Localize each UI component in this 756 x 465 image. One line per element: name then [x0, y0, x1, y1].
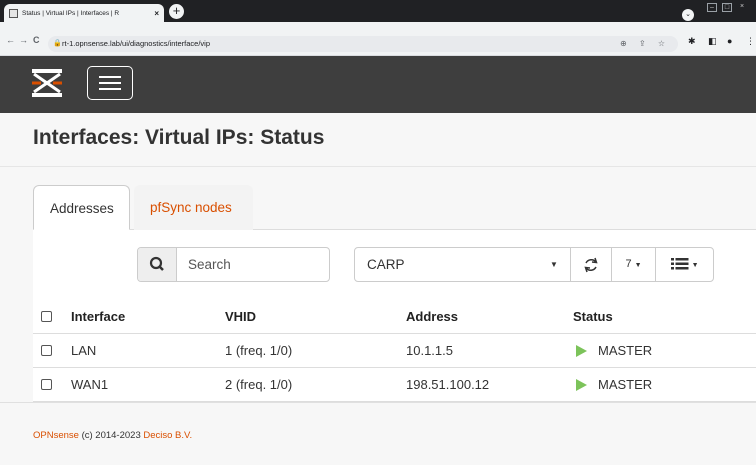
column-header-address[interactable]: Address — [406, 300, 458, 334]
row-checkbox[interactable] — [41, 345, 52, 356]
search-icon — [149, 256, 164, 271]
toolbar-group: CARP ▼ 7 ▼ ▼ — [354, 247, 714, 282]
tab-pfsync-nodes[interactable]: pfSync nodes — [134, 185, 253, 230]
cell-vhid: 1 (freq. 1/0) — [225, 343, 293, 358]
page-title: Interfaces: Virtual IPs: Status — [33, 126, 325, 149]
opnsense-logo[interactable] — [30, 66, 64, 100]
cell-vhid: 2 (freq. 1/0) — [225, 377, 293, 392]
app-header — [0, 56, 756, 113]
url-bar[interactable]: 🔒 rt-1.opnsense.lab/ui/diagnostics/inter… — [48, 36, 678, 52]
chevron-down-icon: ▼ — [550, 260, 558, 269]
extensions-icon[interactable]: ✱ — [688, 36, 696, 47]
favicon-icon — [9, 8, 18, 18]
tab-panel: CARP ▼ 7 ▼ ▼ Interfa — [33, 230, 756, 402]
cell-status: MASTER — [598, 343, 653, 358]
minimize-icon[interactable]: – — [707, 3, 717, 12]
page-size-value: 7 — [625, 258, 632, 270]
tab-title: Status | Virtual IPs | Interfaces | R — [22, 9, 120, 17]
search-button[interactable] — [138, 248, 177, 281]
refresh-icon — [584, 257, 598, 273]
play-icon — [576, 345, 587, 357]
cell-address: 198.51.100.12 — [406, 377, 490, 392]
row-checkbox[interactable] — [41, 379, 52, 390]
chevron-down-icon: ▼ — [634, 262, 642, 269]
table-row[interactable]: LAN 1 (freq. 1/0) 10.1.1.5 MASTER — [33, 334, 756, 368]
omnibox-actions-icon[interactable]: ⊕ ⇪ ☆ — [620, 36, 670, 52]
cell-address: 10.1.1.5 — [406, 343, 453, 358]
new-tab-button[interactable]: + — [169, 4, 184, 19]
window-close-icon[interactable]: × — [737, 3, 747, 12]
menu-icon[interactable]: ⋮ — [746, 36, 755, 47]
browser-tab[interactable]: Status | Virtual IPs | Interfaces | R × — [4, 4, 164, 22]
menu-toggle-button[interactable] — [87, 66, 133, 100]
column-header-interface[interactable]: Interface — [71, 300, 125, 334]
columns-icon — [670, 258, 688, 270]
browser-titlebar: Status | Virtual IPs | Interfaces | R × … — [0, 0, 756, 22]
table-row[interactable]: WAN1 2 (freq. 1/0) 198.51.100.12 MASTER — [33, 368, 756, 402]
title-divider — [0, 166, 756, 167]
back-icon[interactable]: ← — [6, 35, 15, 45]
page-footer: OPNsense (c) 2014-2023 Deciso B.V. — [33, 430, 192, 441]
tab-close-icon[interactable]: × — [154, 9, 159, 18]
url-text: rt-1.opnsense.lab/ui/diagnostics/interfa… — [62, 39, 211, 48]
profile-icon[interactable]: ● — [727, 36, 732, 46]
forward-icon[interactable]: → — [19, 35, 28, 45]
type-filter-select[interactable]: CARP ▼ — [355, 248, 570, 281]
column-header-vhid[interactable]: VHID — [225, 300, 256, 334]
columns-dropdown[interactable]: ▼ — [655, 248, 713, 281]
column-header-status[interactable]: Status — [573, 300, 613, 334]
tab-addresses[interactable]: Addresses — [33, 185, 130, 230]
cell-interface: WAN1 — [71, 377, 109, 392]
chevron-down-icon: ▼ — [691, 262, 699, 269]
cell-interface: LAN — [71, 343, 97, 358]
search-group — [137, 247, 330, 282]
reload-icon[interactable]: C — [33, 35, 40, 45]
cell-status: MASTER — [598, 377, 653, 392]
refresh-button[interactable] — [570, 248, 611, 281]
maximize-icon[interactable]: □ — [722, 3, 732, 12]
play-icon — [576, 379, 587, 391]
page-size-dropdown[interactable]: 7 ▼ — [611, 248, 655, 281]
footer-copyright: (c) 2014-2023 — [81, 430, 141, 441]
browser-toolbar: ← → C 🔒 rt-1.opnsense.lab/ui/diagnostics… — [0, 22, 756, 56]
table-header-row: Interface VHID Address Status — [33, 300, 756, 334]
tab-search-icon[interactable]: ⌄ — [682, 9, 694, 21]
opnsense-link[interactable]: OPNsense — [33, 430, 79, 441]
sidepanel-icon[interactable]: ◧ — [708, 36, 717, 47]
select-all-checkbox[interactable] — [41, 311, 52, 322]
lock-icon: 🔒 — [53, 40, 62, 47]
search-input[interactable] — [178, 248, 328, 281]
type-filter-value: CARP — [367, 257, 405, 272]
deciso-link[interactable]: Deciso B.V. — [143, 430, 192, 441]
footer-divider — [0, 402, 756, 403]
